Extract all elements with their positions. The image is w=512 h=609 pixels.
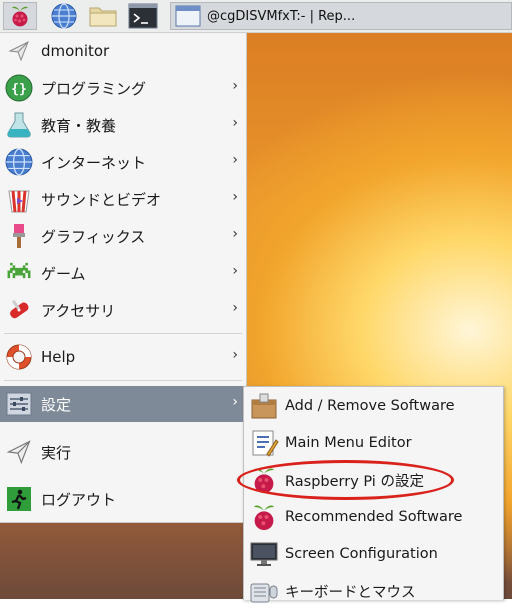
chevron-right-icon: ›	[232, 300, 238, 316]
menu-item-games[interactable]: ゲーム ›	[0, 255, 246, 291]
settings-submenu: Add / Remove Software Main Menu Editor R…	[243, 386, 504, 603]
exit-icon	[5, 485, 33, 513]
menu-item-label: 設定	[41, 395, 72, 414]
menu-item-label: インターネット	[41, 153, 147, 172]
menu-item-label: アクセサリ	[41, 301, 116, 320]
raspberry-icon	[12, 6, 28, 27]
paintbrush-icon	[5, 222, 33, 250]
chevron-right-icon: ›	[232, 394, 238, 410]
chevron-right-icon: ›	[232, 347, 238, 363]
menu-item-programming[interactable]: {} プログラミング ›	[0, 70, 246, 106]
globe-icon	[5, 148, 33, 176]
submenu-item-label: Recommended Software	[285, 509, 463, 525]
keyboard-mouse-icon	[249, 576, 279, 606]
terminal-launcher[interactable]	[126, 2, 160, 30]
paper-plane-icon	[5, 37, 33, 65]
submenu-item-label: Raspberry Pi の設定	[285, 473, 424, 490]
raspberry-icon	[249, 502, 279, 532]
chevron-right-icon: ›	[232, 263, 238, 279]
menu-item-graphics[interactable]: グラフィックス ›	[0, 218, 246, 254]
menu-item-internet[interactable]: インターネット ›	[0, 144, 246, 180]
main-menu: dmonitor {} プログラミング › 教育・教養 › インターネット › …	[0, 33, 247, 523]
taskbar: @cgDISVMfxT:- | Rep...	[0, 0, 512, 33]
menu-item-label: サウンドとビデオ	[41, 190, 162, 209]
menu-item-label: 教育・教養	[41, 116, 117, 135]
menu-item-accessories[interactable]: アクセサリ ›	[0, 292, 246, 328]
menu-separator	[4, 380, 242, 381]
submenu-item-screen-configuration[interactable]: Screen Configuration	[244, 536, 503, 572]
menu-separator	[4, 333, 242, 334]
menu-item-label: 実行	[41, 443, 72, 462]
file-manager-launcher[interactable]	[86, 2, 120, 30]
submenu-item-label: Main Menu Editor	[285, 435, 412, 451]
monitor-icon	[249, 539, 279, 569]
taskbar-window-title: @cgDISVMfxT:- | Rep...	[207, 8, 356, 24]
menu-item-label: グラフィックス	[41, 227, 146, 246]
submenu-item-add-remove-software[interactable]: Add / Remove Software	[244, 388, 503, 424]
submenu-item-label: Screen Configuration	[285, 546, 438, 562]
chevron-right-icon: ›	[232, 152, 238, 168]
menu-item-logout[interactable]: ログアウト	[0, 481, 246, 517]
settings-sliders-icon	[5, 390, 33, 418]
submenu-item-keyboard-mouse[interactable]: キーボードとマウス	[244, 573, 503, 609]
taskbar-window-button[interactable]: @cgDISVMfxT:- | Rep...	[170, 2, 512, 30]
code-braces-icon: {}	[5, 74, 33, 102]
submenu-item-main-menu-editor[interactable]: Main Menu Editor	[244, 425, 503, 461]
menu-editor-icon	[249, 428, 279, 458]
menu-item-label: ログアウト	[41, 490, 117, 509]
lifebuoy-icon	[5, 343, 33, 371]
globe-icon	[51, 3, 77, 29]
menu-item-label: ゲーム	[41, 264, 86, 283]
menu-item-dmonitor[interactable]: dmonitor	[0, 33, 246, 69]
terminal-icon	[128, 3, 158, 29]
submenu-item-recommended-software[interactable]: Recommended Software	[244, 499, 503, 535]
menu-item-run[interactable]: 実行	[0, 434, 246, 470]
main-menu-button[interactable]	[3, 2, 37, 30]
swiss-knife-icon	[5, 296, 33, 324]
submenu-item-label: キーボードとマウス	[285, 584, 416, 601]
chevron-right-icon: ›	[232, 78, 238, 94]
menu-item-label: dmonitor	[41, 42, 110, 60]
space-invader-icon	[5, 259, 33, 287]
flask-icon	[5, 111, 33, 139]
folder-icon	[89, 7, 117, 27]
popcorn-icon	[5, 185, 33, 213]
paper-plane-icon	[5, 438, 33, 466]
submenu-item-raspberry-pi-config[interactable]: Raspberry Pi の設定	[244, 462, 503, 498]
menu-item-settings[interactable]: 設定 ›	[0, 386, 246, 422]
menu-item-help[interactable]: Help ›	[0, 339, 246, 375]
chevron-right-icon: ›	[232, 115, 238, 131]
menu-item-sound-video[interactable]: サウンドとビデオ ›	[0, 181, 246, 217]
submenu-item-label: Add / Remove Software	[285, 398, 455, 414]
chevron-right-icon: ›	[232, 226, 238, 242]
menu-item-label: プログラミング	[41, 79, 147, 98]
menu-item-education[interactable]: 教育・教養 ›	[0, 107, 246, 143]
window-icon	[175, 5, 201, 27]
svg-text:{}: {}	[11, 82, 27, 97]
menu-item-label: Help	[41, 348, 76, 366]
chevron-right-icon: ›	[232, 189, 238, 205]
raspberry-icon	[249, 465, 279, 495]
package-icon	[249, 391, 279, 421]
web-browser-launcher[interactable]	[48, 2, 80, 30]
